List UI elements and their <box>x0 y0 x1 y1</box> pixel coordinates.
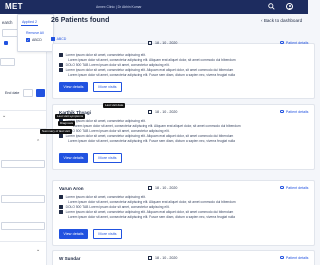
breadcrumb: Annex Clinic | Dr Abhin Kumar <box>96 5 142 9</box>
chevron-down-icon[interactable]: ⌄ <box>2 114 6 119</box>
checkbox-icon <box>51 37 55 41</box>
tooltip-last-visit-date: Last visit date <box>103 103 126 108</box>
visit-date: 18 - 10 - 2020 <box>148 256 177 260</box>
applied-tab[interactable]: Applied 2 <box>22 20 37 24</box>
eye-icon <box>280 41 285 44</box>
more-visits-button[interactable]: More visits <box>93 82 122 92</box>
remove-all-link[interactable]: Remove All <box>26 31 44 35</box>
visit-date: 18 - 10 - 2020 <box>148 41 177 45</box>
visit-date: 18 - 10 - 2020 <box>148 186 177 190</box>
search-icon[interactable] <box>268 3 275 10</box>
eye-icon <box>280 256 285 259</box>
medicine-icon <box>59 205 63 209</box>
end-date-field[interactable] <box>23 89 33 97</box>
patient-name: W Sundar <box>59 256 81 261</box>
medicine-icon <box>59 63 63 67</box>
start-date-field[interactable] <box>0 58 15 66</box>
card-row: Lorem ipsum dolor sit amet, consectetur … <box>59 119 299 123</box>
tooltip-summary: Summary of last visit <box>40 129 72 134</box>
summary-icon <box>59 210 63 214</box>
calendar-icon <box>148 41 152 45</box>
patient-details-link[interactable]: Patient details <box>280 186 308 190</box>
symptom-icon <box>59 53 63 57</box>
card-row: Lorem ipsum dolor sit amet, consectetur … <box>59 53 299 57</box>
calendar-icon <box>148 110 152 114</box>
patient-name: Varun Aron <box>59 186 84 191</box>
card-row: Lorem ipsum dolor sit amet, consectetur … <box>68 73 235 77</box>
card-row: Lorem ipsum dolor sit amet, consectetur … <box>59 68 299 72</box>
user-avatar-icon[interactable] <box>286 3 293 10</box>
back-to-dashboard-link[interactable]: ‹ Back to dashboard <box>261 18 302 23</box>
card-row: Lorem ipsum dolor sit amet, consectetur … <box>59 210 299 214</box>
filter-select-3[interactable] <box>1 222 45 230</box>
card-row: Lorem ipsum dolor sit amet, consectetur … <box>68 200 236 204</box>
more-visits-button[interactable]: More visits <box>93 153 122 163</box>
card-row: Lorem ipsum dolor sit amet, consectetur … <box>59 134 299 138</box>
patient-card: Varun Aron 18 - 10 - 2020 Patient detail… <box>52 180 315 246</box>
filter-select-1[interactable] <box>1 160 45 168</box>
chevron-up-icon[interactable]: ⌃ <box>36 140 40 145</box>
card-row: Lorem ipsum dolor sit amet, consectetur … <box>68 58 236 62</box>
results-count-title: 26 Patients found <box>51 17 110 24</box>
eye-icon <box>280 186 285 189</box>
applied-filter-chip[interactable]: ABCD <box>51 37 66 41</box>
summary-icon <box>59 134 63 138</box>
top-bar: MET Annex Clinic | Dr Abhin Kumar <box>0 0 308 14</box>
filter-select-2[interactable] <box>1 195 45 203</box>
patient-card: W Sundar 18 - 10 - 2020 Patient details <box>52 250 315 265</box>
more-visits-button[interactable]: More visits <box>93 229 122 239</box>
calendar-icon <box>148 256 152 260</box>
view-details-button[interactable]: View details <box>59 82 88 92</box>
view-details-button[interactable]: View details <box>59 229 88 239</box>
applied-filter-checkbox[interactable]: ✓ <box>26 38 30 42</box>
brand-logo: MET <box>5 2 23 11</box>
applied-filter-label: ABCD <box>32 38 42 42</box>
visit-date: 18 - 10 - 2020 <box>148 110 177 114</box>
patient-card: 18 - 10 - 2020 Patient details Lorem ips… <box>52 41 315 99</box>
date-apply-button[interactable] <box>36 89 45 97</box>
card-row: DOLO 500 TAB Lorem ipsum dolor sit amet,… <box>59 63 299 67</box>
filter-checkbox[interactable] <box>4 41 8 45</box>
card-row: DOLO 500 TAB Lorem ipsum dolor sit amet,… <box>59 129 299 133</box>
patient-details-link[interactable]: Patient details <box>280 110 308 114</box>
calendar-icon <box>148 186 152 190</box>
applied-filters-popup: Applied 2 Remove All ✓ ABCD <box>17 14 54 52</box>
chevron-down-icon[interactable]: ⌄ <box>36 248 40 253</box>
eye-icon <box>280 110 285 113</box>
patient-details-link[interactable]: Patient details <box>280 256 308 260</box>
card-row: DOLO 500 TAB Lorem ipsum dolor sit amet,… <box>59 205 299 209</box>
patient-card: Karthik Thyagi 18 - 10 - 2020 Patient de… <box>52 104 315 170</box>
card-row: Lorem ipsum dolor sit amet, consectetur … <box>73 124 241 128</box>
summary-icon <box>59 68 63 72</box>
search-label: earch <box>2 20 13 25</box>
card-row: Lorem ipsum dolor sit amet, consectetur … <box>59 195 299 199</box>
card-row: Lorem ipsum dolor sit amet, consectetur … <box>68 215 235 219</box>
card-row: Lorem ipsum dolor sit amet, consectetur … <box>68 139 235 143</box>
view-details-button[interactable]: View details <box>59 153 88 163</box>
patient-details-link[interactable]: Patient details <box>280 41 308 45</box>
tooltip-last-visit-symptoms: Last visit symptoms <box>55 114 86 119</box>
symptom-icon <box>59 195 63 199</box>
end-date-label: End date <box>5 91 20 95</box>
tooltip-diagnosis: Diagnosis <box>58 121 76 126</box>
